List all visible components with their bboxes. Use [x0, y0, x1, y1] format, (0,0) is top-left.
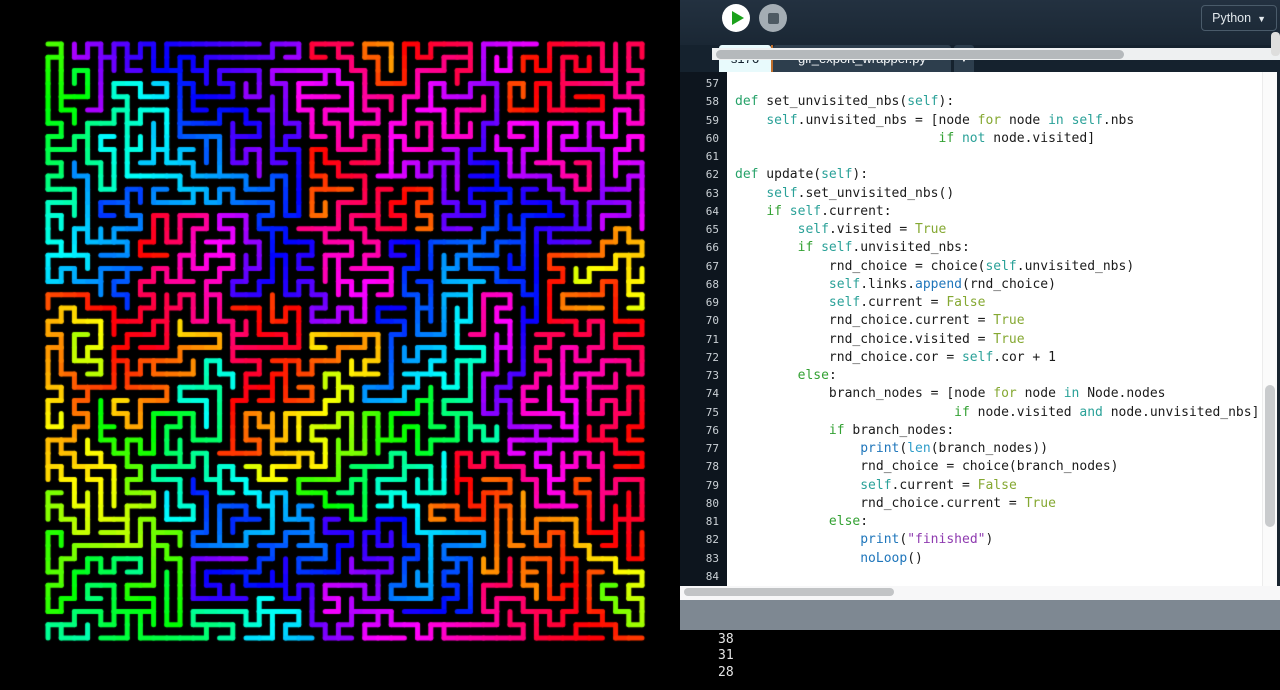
line-number: 68	[680, 276, 727, 294]
line-number: 83	[680, 550, 727, 568]
code-line[interactable]: def update(self):	[735, 166, 1262, 184]
code-line[interactable]: self.visited = True	[735, 221, 1262, 239]
line-number: 63	[680, 185, 727, 203]
code-line[interactable]: self.current = False	[735, 477, 1262, 495]
line-number: 72	[680, 349, 727, 367]
code-line[interactable]: print(len(branch_nodes))	[735, 440, 1262, 458]
code-line[interactable]: rnd_choice.current = True	[735, 312, 1262, 330]
line-number: 66	[680, 239, 727, 257]
line-number: 76	[680, 422, 727, 440]
code-line[interactable]: self.unvisited_nbs = [node for node in s…	[735, 112, 1262, 130]
run-button[interactable]	[722, 4, 750, 32]
console-vertical-scrollbar-thumb[interactable]	[1271, 32, 1280, 56]
code-line[interactable]: self.set_unvisited_nbs()	[735, 185, 1262, 203]
line-number: 80	[680, 495, 727, 513]
code-line[interactable]: rnd_choice.current = True	[735, 495, 1262, 513]
line-number: 81	[680, 513, 727, 531]
editor-horizontal-scrollbar[interactable]	[680, 586, 1280, 600]
stop-button[interactable]	[759, 4, 787, 32]
line-number: 59	[680, 112, 727, 130]
code-line[interactable]: print("finished")	[735, 531, 1262, 549]
toolbar: Python ▼	[680, 0, 1280, 45]
line-number: 74	[680, 385, 727, 403]
code-line[interactable]: if node.visited and node.unvisited_nbs]	[735, 404, 1262, 422]
code-line[interactable]	[735, 75, 1262, 93]
code-line[interactable]: if not node.visited]	[735, 130, 1262, 148]
code-line[interactable]	[735, 148, 1262, 166]
code-line[interactable]: self.links.append(rnd_choice)	[735, 276, 1262, 294]
line-number: 57	[680, 75, 727, 93]
line-number: 75	[680, 404, 727, 422]
code-line[interactable]: branch_nodes = [node for node in Node.no…	[735, 385, 1262, 403]
console-horizontal-scrollbar-thumb[interactable]	[716, 50, 1124, 59]
stop-icon	[768, 13, 779, 24]
code-line[interactable]	[735, 568, 1262, 586]
maze-sketch-output[interactable]	[0, 0, 680, 690]
language-selector[interactable]: Python ▼	[1201, 5, 1277, 31]
line-number: 60	[680, 130, 727, 148]
code-editor[interactable]: def set_unvisited_nbs(self): self.unvisi…	[727, 72, 1262, 586]
line-number: 73	[680, 367, 727, 385]
ide-panel: Python▼ s176 gif_export_wrapper.py ▼ 575…	[680, 0, 1280, 690]
code-line[interactable]: else:	[735, 367, 1262, 385]
line-number: 70	[680, 312, 727, 330]
line-number: 79	[680, 477, 727, 495]
code-line[interactable]: rnd_choice = choice(self.unvisited_nbs)	[735, 258, 1262, 276]
line-number: 69	[680, 294, 727, 312]
editor-vertical-scrollbar[interactable]	[1262, 72, 1277, 586]
code-line[interactable]: rnd_choice.cor = self.cor + 1	[735, 349, 1262, 367]
code-line[interactable]: def set_unvisited_nbs(self):	[735, 93, 1262, 111]
line-number: 84	[680, 568, 727, 586]
line-number: 62	[680, 166, 727, 184]
console-horizontal-scrollbar[interactable]	[712, 48, 1280, 60]
code-line[interactable]: rnd_choice.visited = True	[735, 331, 1262, 349]
line-number: 58	[680, 93, 727, 111]
code-line[interactable]: noLoop()	[735, 550, 1262, 568]
code-line[interactable]: if self.current:	[735, 203, 1262, 221]
line-number: 82	[680, 531, 727, 549]
panel-resize-divider[interactable]	[680, 600, 1280, 630]
code-line[interactable]: if branch_nodes:	[735, 422, 1262, 440]
console-line: 28	[718, 665, 1280, 681]
editor-vertical-scrollbar-thumb[interactable]	[1265, 385, 1275, 527]
console-line: 38	[718, 632, 1280, 648]
line-number: 71	[680, 331, 727, 349]
editor-horizontal-scrollbar-thumb[interactable]	[684, 588, 894, 596]
line-number: 78	[680, 458, 727, 476]
line-number: 77	[680, 440, 727, 458]
line-number: 65	[680, 221, 727, 239]
console-output: 383128	[680, 630, 1280, 690]
code-line[interactable]: if self.unvisited_nbs:	[735, 239, 1262, 257]
language-selector-label: Python	[1212, 11, 1251, 25]
play-icon	[732, 11, 744, 25]
line-number: 64	[680, 203, 727, 221]
gutter: 5758596061626364656667686970717273747576…	[680, 72, 727, 586]
code-line[interactable]: rnd_choice = choice(branch_nodes)	[735, 458, 1262, 476]
code-line[interactable]: self.current = False	[735, 294, 1262, 312]
line-number: 61	[680, 148, 727, 166]
line-number: 67	[680, 258, 727, 276]
app-window: Python▼ s176 gif_export_wrapper.py ▼ 575…	[0, 0, 1280, 690]
console-line: 31	[718, 648, 1280, 664]
chevron-down-icon: ▼	[1257, 14, 1266, 24]
code-line[interactable]: else:	[735, 513, 1262, 531]
